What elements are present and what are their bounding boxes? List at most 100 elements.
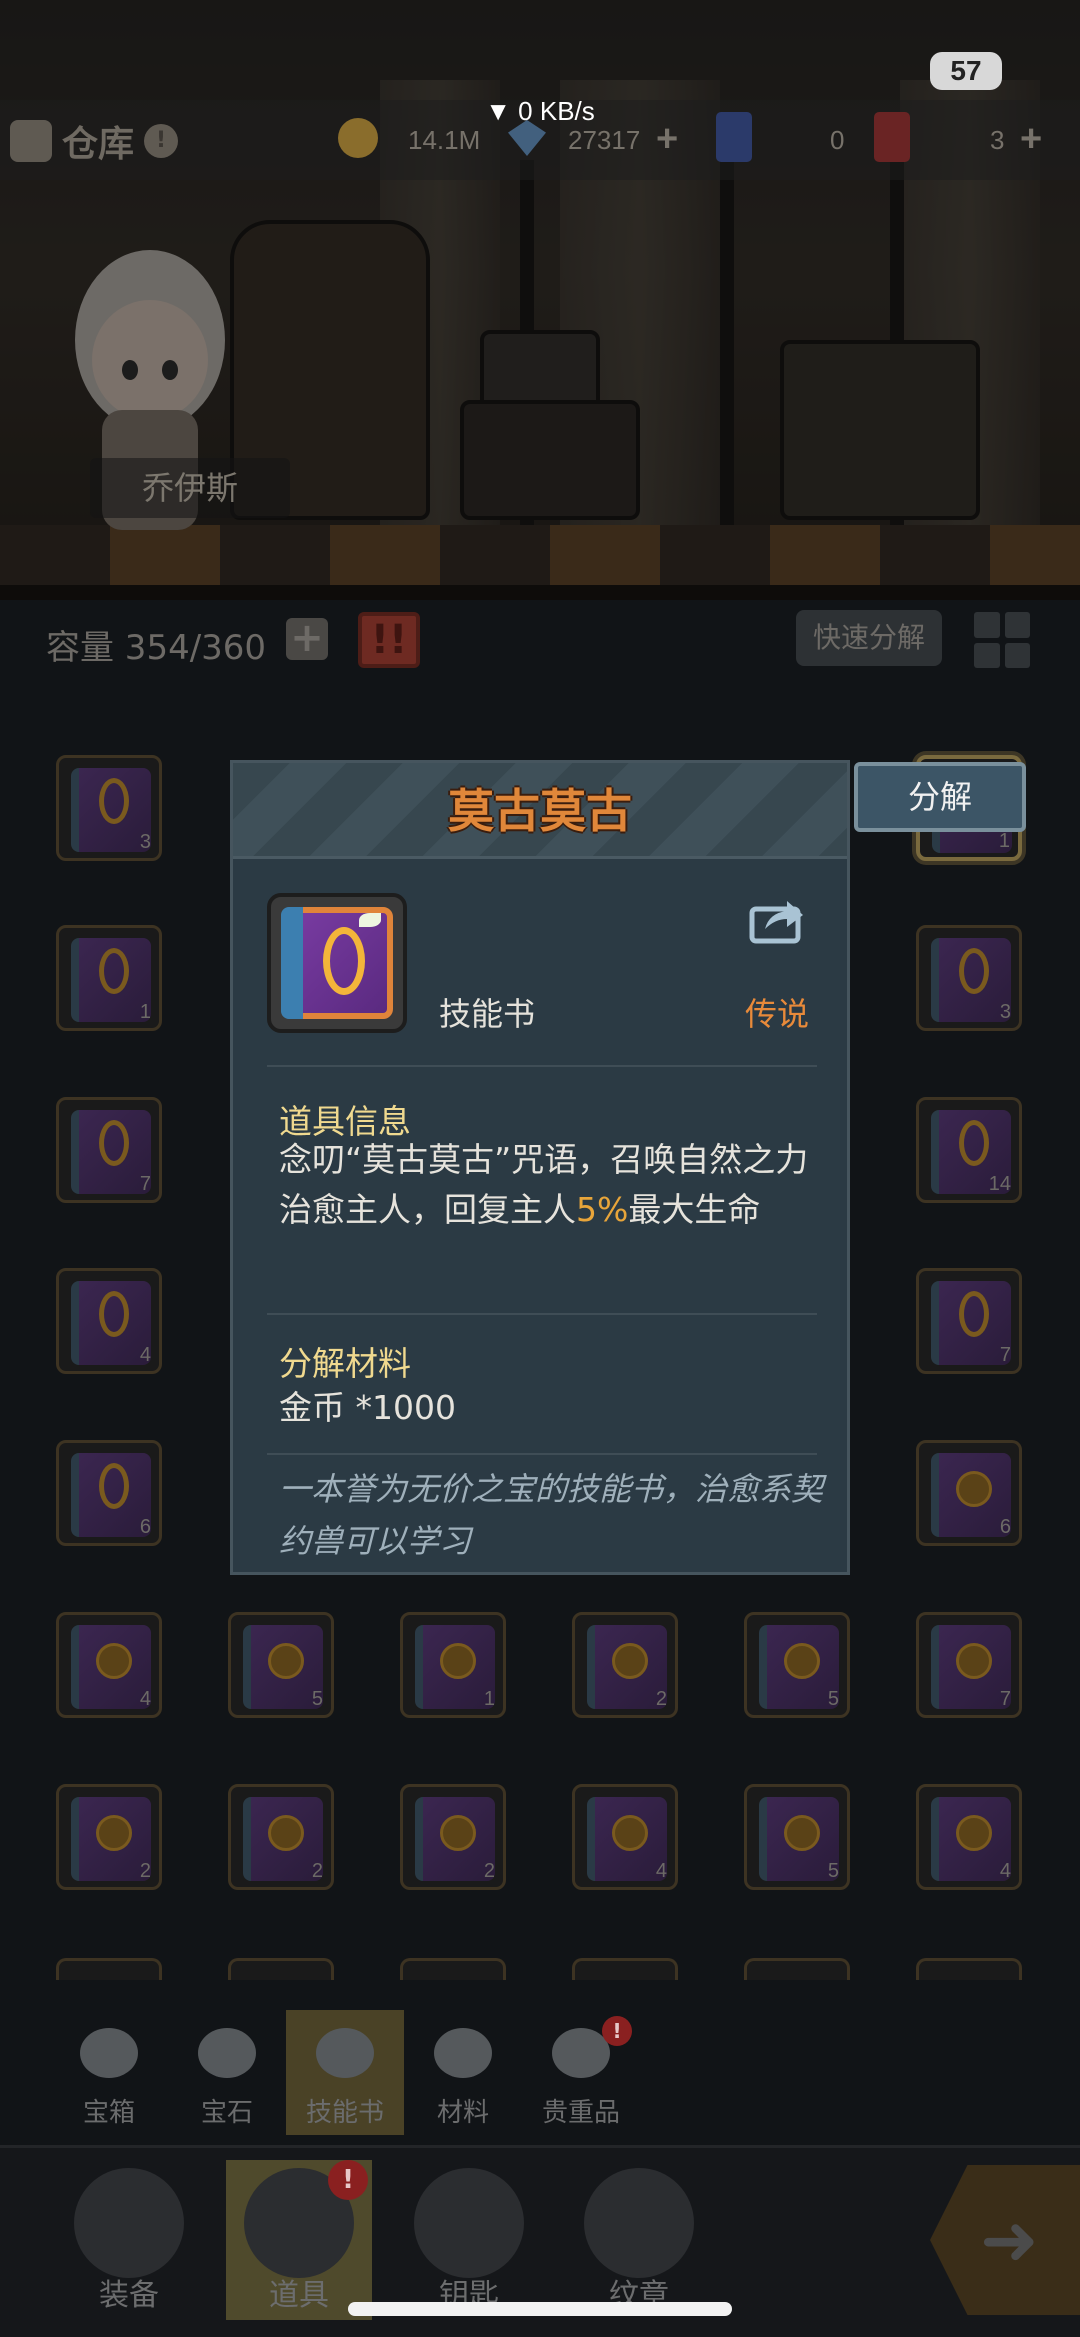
book-glyph (959, 1291, 989, 1337)
network-speed: ▼ 0 KB/s (485, 96, 595, 126)
item-slot[interactable] (56, 1958, 162, 1980)
alert-badge: ! (328, 2160, 368, 2200)
book-glyph (959, 948, 989, 994)
item-quantity: 7 (999, 1344, 1011, 1366)
item-quantity: 3 (999, 1001, 1011, 1023)
item-slot[interactable]: 14 (916, 1097, 1022, 1203)
item-slot[interactable]: 4 (916, 1784, 1022, 1890)
gem-icon (198, 2028, 256, 2078)
book-glyph (99, 1463, 129, 1509)
arrow-right-icon: ➜ (980, 2199, 1039, 2281)
materials-text: 金币 *1000 (279, 1388, 456, 1427)
item-slot[interactable]: 1 (56, 925, 162, 1031)
heal-percent-highlight: 5% (576, 1190, 629, 1229)
tab-label: 宝箱 (82, 2098, 135, 2128)
item-slot[interactable]: 3 (916, 925, 1022, 1031)
book-glyph (96, 1643, 132, 1679)
item-slot[interactable] (572, 1958, 678, 1980)
item-slot[interactable]: 7 (56, 1097, 162, 1203)
item-slot[interactable] (744, 1958, 850, 1980)
book-glyph (612, 1815, 648, 1851)
equipment-icon (74, 2168, 184, 2278)
item-detail-popup: 莫古莫古 技能书 传说 道具信息 念叨“莫古莫古”咒语，召唤自然之力治愈主人，回… (230, 760, 850, 1575)
item-quantity: 4 (999, 1860, 1011, 1882)
tab-label: 贵重品 (541, 2098, 620, 2128)
item-slot[interactable]: 2 (228, 1784, 334, 1890)
item-quantity: 1 (998, 830, 1010, 852)
decompose-button[interactable]: 分解 (854, 762, 1026, 832)
book-glyph (99, 1291, 129, 1337)
item-slot[interactable]: 4 (56, 1612, 162, 1718)
item-slot[interactable]: 5 (228, 1612, 334, 1718)
book-glyph (959, 1120, 989, 1166)
valuables-icon (552, 2028, 610, 2078)
item-slot[interactable]: 3 (56, 755, 162, 861)
item-quantity: 6 (999, 1516, 1011, 1538)
item-slot[interactable] (916, 1958, 1022, 1980)
info-icon[interactable]: ! (144, 124, 179, 158)
share-icon[interactable] (749, 895, 807, 945)
capacity-label: 容量 354/360 (46, 628, 267, 668)
tab-material[interactable]: 材料 (404, 2010, 522, 2135)
popup-title: 莫古莫古 (448, 784, 632, 838)
item-slot[interactable] (400, 1958, 506, 1980)
book-spine (281, 907, 303, 1019)
book-glyph (440, 1815, 476, 1851)
tab-gem[interactable]: 宝石 (168, 2010, 286, 2135)
material-icon (434, 2028, 492, 2078)
item-rarity: 传说 (745, 995, 810, 1033)
book-glyph (99, 1120, 129, 1166)
book-glyph (440, 1643, 476, 1679)
item-slot[interactable]: 1 (400, 1612, 506, 1718)
item-quantity: 4 (655, 1860, 667, 1882)
item-quantity: 4 (139, 1688, 151, 1710)
book-glyph (268, 1815, 304, 1851)
quick-decompose-button[interactable]: 快速分解 (796, 610, 942, 666)
grid-cell (974, 612, 1000, 638)
item-slot[interactable] (228, 1958, 334, 1980)
item-slot[interactable]: 5 (744, 1612, 850, 1718)
item-slot[interactable]: 4 (56, 1268, 162, 1374)
expand-capacity-button[interactable]: + (286, 618, 328, 660)
item-info-text-part: 最大生命 (628, 1190, 761, 1229)
item-quantity: 5 (827, 1688, 839, 1710)
item-slot[interactable]: 5 (744, 1784, 850, 1890)
item-slot[interactable]: 4 (572, 1784, 678, 1890)
grid-cell (1004, 642, 1030, 668)
grid-cell (974, 642, 1000, 668)
item-slot[interactable]: 6 (56, 1440, 162, 1546)
item-slot[interactable]: 7 (916, 1268, 1022, 1374)
divider (267, 1065, 817, 1067)
divider (267, 1313, 817, 1315)
book-glyph (99, 948, 129, 994)
item-quantity: 2 (483, 1860, 495, 1882)
book-glyph (99, 778, 129, 824)
item-quantity: 7 (139, 1173, 151, 1195)
nav-key[interactable]: 钥匙 (396, 2160, 542, 2320)
item-quantity: 2 (655, 1688, 667, 1710)
tab-valuables[interactable]: 贵重品! (522, 2010, 640, 2135)
item-slot[interactable]: 7 (916, 1612, 1022, 1718)
item-slot[interactable]: 2 (400, 1784, 506, 1890)
crest-icon (584, 2168, 694, 2278)
item-quantity: 14 (988, 1173, 1011, 1195)
book-glyph (323, 927, 365, 995)
book-glyph (784, 1643, 820, 1679)
item-slot[interactable]: 2 (572, 1612, 678, 1718)
item-quantity: 1 (139, 1001, 151, 1023)
nav-equipment[interactable]: 装备 (56, 2160, 202, 2320)
skill-book-icon (267, 893, 407, 1033)
item-slot[interactable]: 6 (916, 1440, 1022, 1546)
nav-items[interactable]: 道具! (226, 2160, 372, 2320)
tab-book[interactable]: 技能书 (286, 2010, 404, 2135)
nav-crest[interactable]: 纹章 (566, 2160, 712, 2320)
grid-view-toggle[interactable] (974, 612, 1030, 668)
book-glyph (956, 1471, 992, 1507)
item-slot[interactable]: 2 (56, 1784, 162, 1890)
book-glyph (96, 1815, 132, 1851)
hero-name: 乔伊斯 (90, 458, 290, 518)
capacity-alert-icon[interactable]: !! (358, 612, 420, 668)
book-icon (316, 2028, 374, 2078)
alert-badge: ! (602, 2016, 632, 2046)
tab-chest[interactable]: 宝箱 (50, 2010, 168, 2135)
